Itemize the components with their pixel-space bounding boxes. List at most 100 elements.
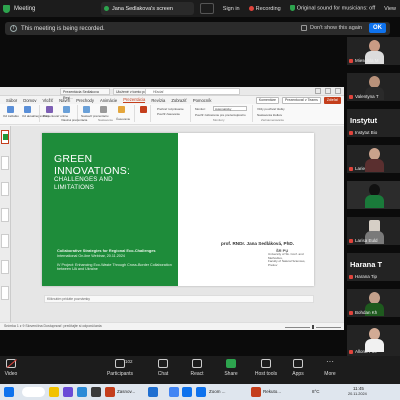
participant-tile[interactable]: Miescisla M: [347, 37, 400, 65]
participant-label: Harana T: [350, 260, 383, 269]
always-captions-check[interactable]: Vždy používať titulky: [257, 107, 285, 111]
slide-thumbnail[interactable]: [1, 182, 9, 196]
participant-name: Instytut Bio: [355, 130, 378, 135]
participant-tile[interactable]: Instytut Instytut Bio: [347, 109, 400, 137]
clock-date[interactable]: 20.11.2024: [348, 392, 367, 396]
current-slide[interactable]: GREEN INNOVATIONS: CHALLENGES AND LIMITA…: [42, 133, 314, 286]
zoom-slider[interactable]: [285, 325, 341, 329]
rehearse-timings-icon[interactable]: [118, 106, 125, 113]
slide-thumbnail[interactable]: [1, 208, 9, 222]
from-beginning-icon[interactable]: [7, 106, 14, 113]
menu-transitions[interactable]: Prechody: [76, 98, 94, 103]
powerpoint-icon[interactable]: [105, 387, 115, 397]
participant-tile[interactable]: Harana T Harana Tip: [347, 253, 400, 281]
menu-slideshow[interactable]: Prezentácia: [123, 97, 146, 103]
weather-text[interactable]: 8°C: [312, 389, 320, 394]
share-indicator[interactable]: Jana Sedlakova's screen: [101, 2, 194, 15]
view-button[interactable]: View: [384, 6, 396, 12]
institution-line: Faculty of Natural Sciences, Prešov: [268, 259, 306, 267]
mic-muted-icon: [349, 167, 353, 171]
comments-button[interactable]: Komentáre: [255, 97, 279, 104]
use-timings-check[interactable]: Použiť časovanie: [157, 112, 180, 116]
zoom-icon[interactable]: [182, 387, 192, 397]
close-icon[interactable]: [335, 88, 341, 94]
minimize-icon[interactable]: [315, 88, 321, 94]
menu-insert[interactable]: Vložiť: [42, 98, 53, 103]
zoom-top-bar: Meeting Jana Sedlakova's screen Sign in …: [0, 0, 400, 17]
start-icon[interactable]: [4, 387, 14, 397]
share-button[interactable]: Share: [214, 359, 248, 377]
meeting-info[interactable]: Meeting: [0, 4, 35, 13]
apps-button[interactable]: Apps: [281, 359, 315, 377]
taskbar-app-label[interactable]: Zasnov...: [117, 389, 135, 394]
participant-tile[interactable]: Larisa Euld: [347, 217, 400, 245]
slide-thumbnail[interactable]: [1, 286, 9, 300]
clock-time[interactable]: 11:45: [353, 386, 364, 391]
share-ppt-button[interactable]: Zdieľať: [323, 97, 341, 104]
host-tools-button[interactable]: Host tools: [249, 359, 283, 377]
monitor-select[interactable]: Automaticky: [213, 106, 247, 111]
participant-tile[interactable]: Larie: [347, 145, 400, 173]
chrome-icon[interactable]: [169, 387, 179, 397]
share-label: Share: [224, 371, 238, 377]
slide-thumbnail[interactable]: [1, 156, 9, 170]
more-button[interactable]: ··· More: [313, 358, 347, 378]
chat-icon: [158, 359, 168, 368]
recording-indicator[interactable]: Recording: [248, 5, 281, 12]
menu-home[interactable]: Domov: [23, 98, 36, 103]
view-options-button[interactable]: [200, 3, 214, 14]
explorer-icon[interactable]: [49, 387, 59, 397]
ppt-search-input[interactable]: Hľadať: [145, 88, 240, 95]
dont-show-checkbox[interactable]: [301, 25, 307, 31]
hide-slide-icon[interactable]: [100, 106, 107, 113]
present-online-icon[interactable]: [46, 106, 53, 113]
slide-thumbnail[interactable]: [1, 234, 9, 248]
app-icon[interactable]: [77, 387, 87, 397]
participants-button[interactable]: 102 Participants: [103, 359, 137, 377]
record-slideshow-icon[interactable]: [140, 106, 147, 113]
react-button[interactable]: React: [180, 359, 214, 377]
app-icon[interactable]: [91, 387, 101, 397]
video-button[interactable]: Video: [0, 359, 28, 377]
share-label: Jana Sedlakova's screen: [112, 5, 173, 12]
taskbar-app-label[interactable]: Zoom ...: [209, 389, 226, 394]
taskbar-search[interactable]: [22, 387, 45, 397]
custom-show-icon[interactable]: [63, 106, 70, 113]
participant-tile[interactable]: Bohdan Kh: [347, 289, 400, 317]
maximize-icon[interactable]: [325, 88, 331, 94]
menu-file[interactable]: Súbor: [6, 98, 17, 103]
original-sound-toggle[interactable]: Original sound for musicians: off: [289, 5, 375, 12]
signin-link[interactable]: Sign in: [223, 6, 240, 12]
taskbar-app-label[interactable]: Rekuto...: [263, 389, 281, 394]
zoom-meeting-icon[interactable]: [196, 387, 206, 397]
app-icon[interactable]: [63, 387, 73, 397]
ok-button[interactable]: OK: [369, 23, 386, 33]
chat-button[interactable]: Chat: [146, 359, 180, 377]
from-current-icon[interactable]: [24, 106, 31, 113]
setup-slideshow-icon[interactable]: [83, 106, 90, 113]
participant-tile[interactable]: Allona Pos: [347, 325, 400, 356]
video-off-icon: [6, 359, 16, 368]
ppt-file-tab[interactable]: Prezentácia Sedlakova Resi...: [60, 88, 110, 100]
slide-green-panel: GREEN INNOVATIONS: CHALLENGES AND LIMITA…: [42, 133, 178, 286]
caption-settings[interactable]: Nastavenia titulkov: [257, 113, 282, 117]
conference-title: Collaborative Strategies for Regional Ec…: [57, 248, 156, 253]
menu-help[interactable]: Pomocník: [193, 98, 212, 103]
present-in-teams-button[interactable]: Prezentovať v Teams: [281, 97, 321, 104]
app-icon[interactable]: [148, 387, 158, 397]
ribbon-group-setup: Nastaviť prezentáciu Časovanie Nastaveni…: [80, 105, 135, 122]
menu-animations[interactable]: Animácie: [100, 98, 117, 103]
participant-tile[interactable]: [347, 181, 400, 209]
menu-review[interactable]: Revízia: [151, 98, 165, 103]
slide-thumbnail[interactable]: [1, 260, 9, 274]
participant-tile[interactable]: Valentyna T: [347, 73, 400, 101]
powerpoint-icon[interactable]: [251, 387, 261, 397]
slide-thumbnail[interactable]: [1, 130, 9, 144]
play-narrations-check[interactable]: Prehrať rozprávanie: [157, 107, 184, 111]
record-icon: [248, 5, 254, 11]
notes-pane[interactable]: Kliknutím pridáte poznámky: [44, 295, 314, 303]
presenter-view-check[interactable]: Použiť zobrazenie pre prezentujúceho: [195, 113, 246, 117]
menu-view[interactable]: Zobraziť: [171, 98, 187, 103]
thumb-graphic: [3, 134, 8, 140]
react-icon: [192, 359, 202, 368]
